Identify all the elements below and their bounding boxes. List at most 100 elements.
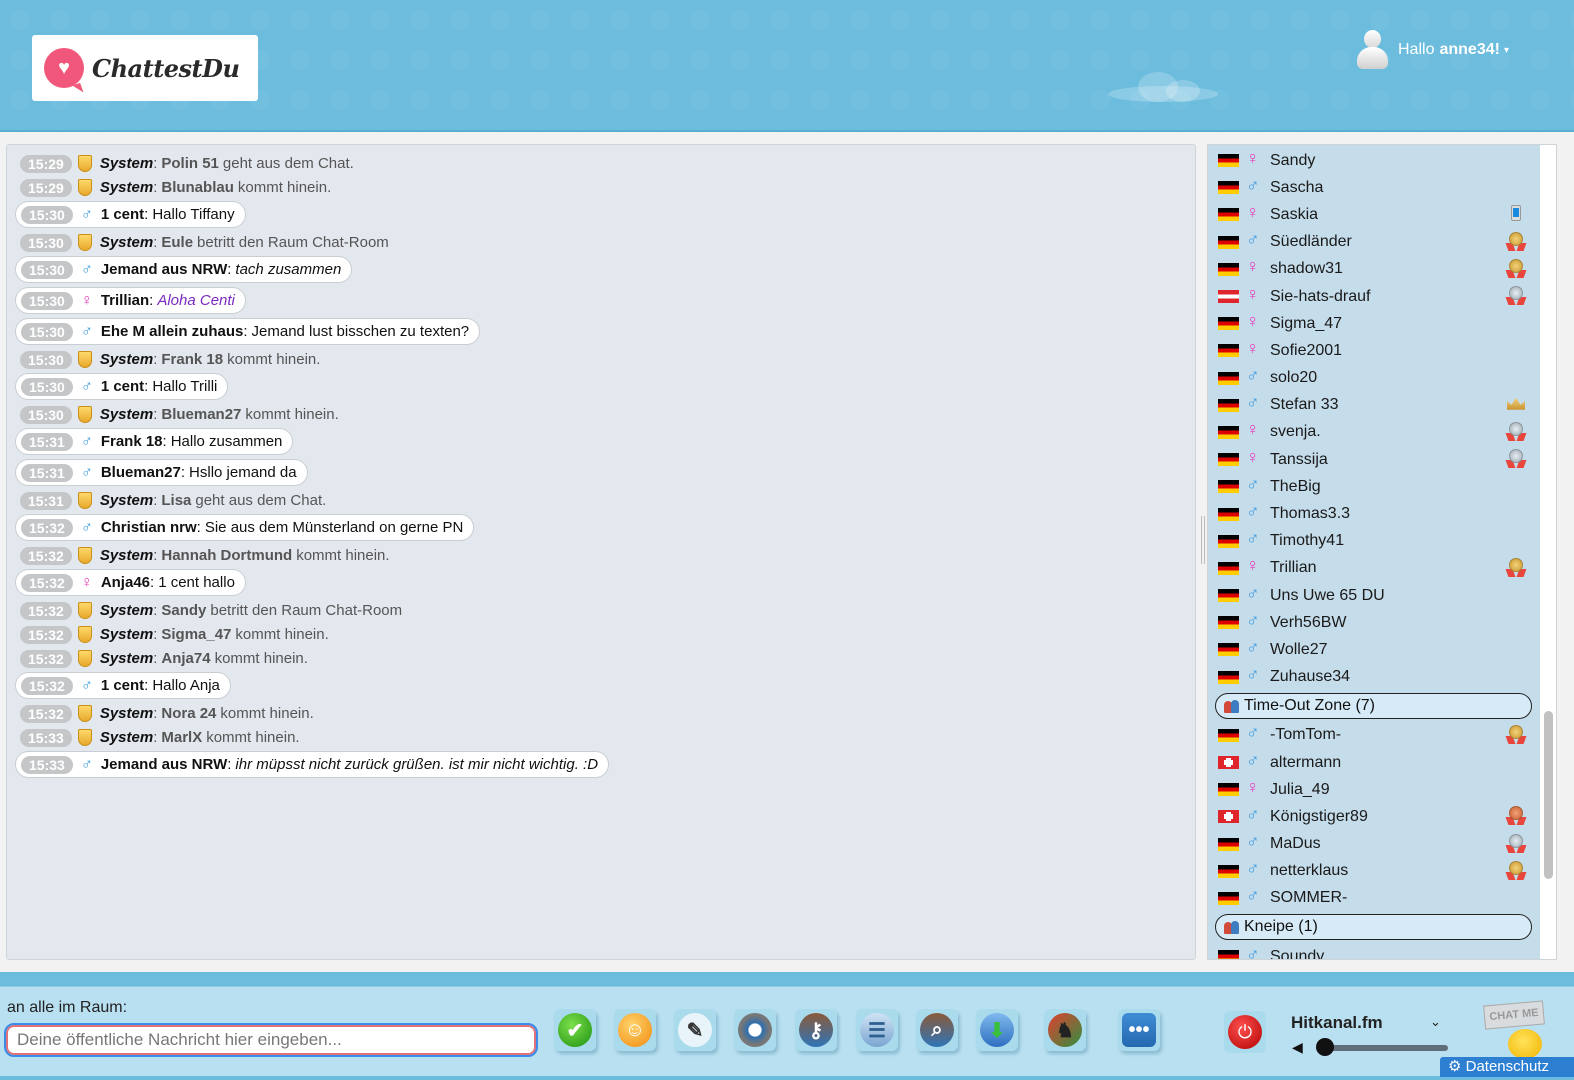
message-sender[interactable]: System (100, 179, 153, 196)
system-subject-name[interactable]: Eule (161, 234, 193, 251)
speaker-icon[interactable]: ◀ (1292, 1039, 1303, 1056)
message-sender[interactable]: System (100, 406, 153, 423)
message-sender[interactable]: System (100, 705, 153, 722)
smiley-mascot-icon[interactable] (1508, 1029, 1542, 1059)
user-name: MaDus (1270, 835, 1321, 853)
message-sender[interactable]: Blueman27 (101, 464, 181, 481)
message-sender[interactable]: System (100, 234, 153, 251)
address-book-button[interactable]: ☰ (856, 1009, 898, 1051)
folder-download-button[interactable]: ⬇ (976, 1009, 1018, 1051)
system-subject-name[interactable]: Lisa (161, 492, 191, 509)
message-sender[interactable]: System (100, 729, 153, 746)
system-subject-name[interactable]: Blueman27 (161, 406, 241, 423)
message-sender[interactable]: 1 cent (101, 677, 144, 694)
user-list-item[interactable]: ♂ netterklaus (1208, 858, 1540, 885)
message-sender[interactable]: System (100, 602, 153, 619)
user-list-item[interactable]: ♂ Stefan 33 (1208, 392, 1540, 419)
user-name: TheBig (1270, 477, 1321, 495)
user-list-item[interactable]: ♂ Verh56BW (1208, 609, 1540, 636)
user-list-item[interactable]: ♂ MaDus (1208, 831, 1540, 858)
settings-gear-button[interactable] (734, 1009, 776, 1051)
system-subject-name[interactable]: Sandy (161, 602, 206, 619)
message-sender[interactable]: Frank 18 (101, 433, 163, 450)
user-list-item[interactable]: ♂ Thomas3.3 (1208, 500, 1540, 527)
message-sender[interactable]: System (100, 155, 153, 172)
user-list-item[interactable]: ♀ Julia_49 (1208, 776, 1540, 803)
message-sender[interactable]: 1 cent (101, 206, 144, 223)
message-sender[interactable]: Christian nrw (101, 519, 197, 536)
system-subject-name[interactable]: Polin 51 (161, 155, 219, 172)
user-list-item[interactable]: ♂ Soundy (1208, 943, 1540, 959)
chat-me-sign[interactable]: CHAT ME (1483, 1000, 1545, 1030)
user-list-item[interactable]: ♂ SOMMER- (1208, 885, 1540, 912)
message-sender[interactable]: Trillian (101, 292, 149, 309)
message-sender[interactable]: Jemand aus NRW (101, 261, 227, 278)
user-list-item[interactable]: ♂ Königstiger89 (1208, 803, 1540, 830)
system-subject-name[interactable]: MarlX (161, 729, 202, 746)
user-list-item[interactable]: ♀ Trillian (1208, 555, 1540, 582)
user-list-item[interactable]: ♀ Sie-hats-drauf (1208, 283, 1540, 310)
user-list-item[interactable]: ♂ Sascha (1208, 174, 1540, 201)
message-time: 15:30 (20, 350, 72, 369)
message-sender[interactable]: Ehe M allein zuhaus (101, 323, 244, 340)
user-list-item[interactable]: ♀ Sandy (1208, 147, 1540, 174)
user-list-item[interactable]: ♀ Sigma_47 (1208, 310, 1540, 337)
user-name: Sigma_47 (1270, 314, 1343, 332)
user-list-item[interactable]: ♂ -TomTom- (1208, 722, 1540, 749)
message-sender[interactable]: System (100, 547, 153, 564)
chat-message-row: 15:30 ♂ 1 cent: Hallo Tiffany (7, 199, 1195, 230)
flag-de-icon (1218, 507, 1239, 521)
user-list-item[interactable]: ♂ TheBig (1208, 473, 1540, 500)
user-list-item[interactable]: ♂ Timothy41 (1208, 528, 1540, 555)
message-input[interactable] (4, 1023, 538, 1057)
message-sender[interactable]: System (100, 351, 153, 368)
user-list-item[interactable]: ♂ Uns Uwe 65 DU (1208, 582, 1540, 609)
user-list-item[interactable]: ♀ shadow31 (1208, 256, 1540, 283)
room-header[interactable]: Kneipe (1) (1215, 914, 1532, 941)
system-subject-name[interactable]: Blunablau (161, 179, 234, 196)
user-search-button[interactable]: ⌕ (916, 1009, 958, 1051)
send-check-button[interactable]: ✔ (554, 1009, 596, 1051)
system-message: 15:30 System: Blueman27 kommt hinein. (15, 402, 1195, 427)
room-header[interactable]: Time-Out Zone (7) (1215, 692, 1532, 719)
color-pencil-button[interactable]: ✎ (674, 1009, 716, 1051)
user-list-item[interactable]: ♀ Saskia (1208, 201, 1540, 228)
user-list-item[interactable]: ♀ svenja. (1208, 419, 1540, 446)
gold-medal-icon (1506, 231, 1526, 252)
system-subject-name[interactable]: Frank 18 (161, 351, 223, 368)
system-shield-icon (77, 650, 92, 667)
station-select-chevron-icon[interactable]: ⌄ (1430, 1014, 1441, 1030)
system-message: 15:29 System: Polin 51 geht aus dem Chat. (15, 151, 1195, 176)
smiley-button[interactable]: ☺ (614, 1009, 656, 1051)
user-list-scrollbar[interactable] (1544, 711, 1553, 879)
message-sender[interactable]: System (100, 492, 153, 509)
message-sender[interactable]: System (100, 650, 153, 667)
games-button[interactable]: ♞ (1044, 1009, 1086, 1051)
user-list-item[interactable]: ♀ Sofie2001 (1208, 337, 1540, 364)
logo[interactable]: ♥ ChattestDu (32, 35, 258, 101)
user-list-item[interactable]: ♂ Zuhause34 (1208, 664, 1540, 691)
system-subject-name[interactable]: Hannah Dortmund (161, 547, 292, 564)
user-list-item[interactable]: ♀ Tanssija (1208, 446, 1540, 473)
volume-slider[interactable] (1322, 1045, 1448, 1051)
user-list-item[interactable]: ♂ altermann (1208, 749, 1540, 776)
users-key-button[interactable]: ⚷ (795, 1009, 837, 1051)
system-subject-name[interactable]: Sigma_47 (161, 626, 231, 643)
user-list-item[interactable]: ♂ Wolle27 (1208, 636, 1540, 663)
chat-bubbles-button[interactable]: ••• (1118, 1009, 1160, 1051)
message-sender[interactable]: Anja46 (101, 574, 150, 591)
message-sender[interactable]: System (100, 626, 153, 643)
privacy-button[interactable]: ⚙ Datenschutz (1440, 1057, 1574, 1077)
system-subject-name[interactable]: Anja74 (161, 650, 210, 667)
message-sender[interactable]: Jemand aus NRW (101, 756, 227, 773)
system-subject-name[interactable]: Nora 24 (161, 705, 216, 722)
user-list-item[interactable]: ♂ Süedländer (1208, 229, 1540, 256)
user-list-item[interactable]: ♂ solo20 (1208, 365, 1540, 392)
volume-slider-handle[interactable] (1316, 1038, 1334, 1056)
panel-resize-handle[interactable] (1201, 516, 1205, 564)
flag-de-icon (1218, 235, 1239, 249)
chat-message-row: 15:30 System: Eule betritt den Raum Chat-Ro… (7, 230, 1195, 254)
user-menu[interactable]: Hallo anne34! ▾ (1356, 30, 1509, 70)
message-sender[interactable]: 1 cent (101, 378, 144, 395)
radio-power-button[interactable]: ⏻ (1224, 1011, 1266, 1053)
